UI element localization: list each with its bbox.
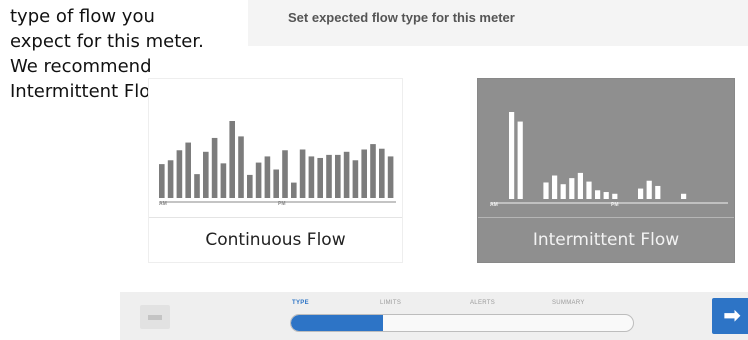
intermittent-flow-illustration: AM PM [490, 112, 728, 208]
flow-bar [569, 178, 575, 199]
flow-bar [543, 182, 549, 199]
instruction-line: expect for this meter. [10, 31, 204, 52]
continuous-flow-label: Continuous Flow [149, 217, 402, 262]
intermittent-flow-label: Intermittent Flow [478, 217, 734, 262]
flow-bar [247, 174, 253, 198]
flow-bar [203, 151, 209, 198]
back-button[interactable] [140, 305, 170, 329]
step-summary[interactable]: SUMMARY [552, 300, 585, 306]
screen-title: Set expected flow type for this meter [288, 10, 515, 25]
flow-bar [343, 151, 350, 198]
flow-bar [273, 169, 279, 198]
flow-bar [560, 184, 566, 199]
flow-bar [552, 175, 558, 199]
flow-bar [211, 137, 218, 198]
flow-bar [586, 181, 592, 199]
flow-bar [577, 172, 583, 199]
step-alerts[interactable]: ALERTS [470, 300, 495, 306]
flow-bar [612, 193, 618, 199]
instruction-line: type of flow you [10, 6, 155, 27]
flow-bar [681, 193, 687, 199]
flow-bar [352, 160, 359, 198]
flow-bar [638, 188, 644, 199]
flow-bar [646, 180, 652, 199]
instruction-line: We recommend [10, 56, 152, 77]
flow-bar [379, 148, 385, 198]
intermittent-flow-option[interactable]: AM PM Intermittent Flow [477, 78, 735, 263]
flow-bar [317, 157, 323, 198]
flow-bar [282, 150, 288, 198]
flow-bar [326, 154, 332, 198]
flow-bar [595, 190, 601, 199]
flow-bar [255, 162, 262, 198]
flow-bar [167, 160, 174, 198]
pm-label: PM [611, 202, 619, 208]
flow-bar [361, 149, 367, 198]
pm-label: PM [278, 201, 286, 207]
flow-bar [308, 156, 315, 198]
progress-track [290, 314, 634, 332]
flow-bar [299, 149, 306, 198]
flow-bar [264, 156, 271, 198]
flow-bar [220, 163, 227, 198]
wizard-footer: TYPE LIMITS ALERTS SUMMARY ➡ [120, 292, 748, 340]
flow-bar [238, 136, 244, 198]
flow-bar [603, 192, 609, 199]
am-label: AM [159, 201, 167, 207]
flow-bar [176, 150, 183, 198]
flow-bar [335, 154, 341, 198]
flow-bar [509, 112, 515, 199]
flow-bar [517, 121, 523, 199]
flow-bar [370, 144, 376, 198]
flow-bar [655, 185, 661, 199]
next-arrow-icon: ➡ [723, 305, 741, 327]
flow-bar [387, 156, 394, 198]
step-type[interactable]: TYPE [292, 300, 309, 306]
am-label: AM [490, 202, 498, 208]
flow-bar [194, 174, 200, 198]
flow-bar [291, 182, 297, 198]
flow-bar [159, 164, 165, 198]
flow-bar [185, 142, 191, 198]
flow-bar [229, 121, 235, 198]
progress-fill [291, 315, 384, 331]
continuous-flow-illustration: AM PM [159, 121, 396, 207]
back-arrow-icon [148, 314, 162, 320]
continuous-flow-option[interactable]: AM PM Continuous Flow [148, 78, 403, 263]
step-limits[interactable]: LIMITS [380, 300, 401, 306]
next-button[interactable]: ➡ [712, 298, 748, 334]
